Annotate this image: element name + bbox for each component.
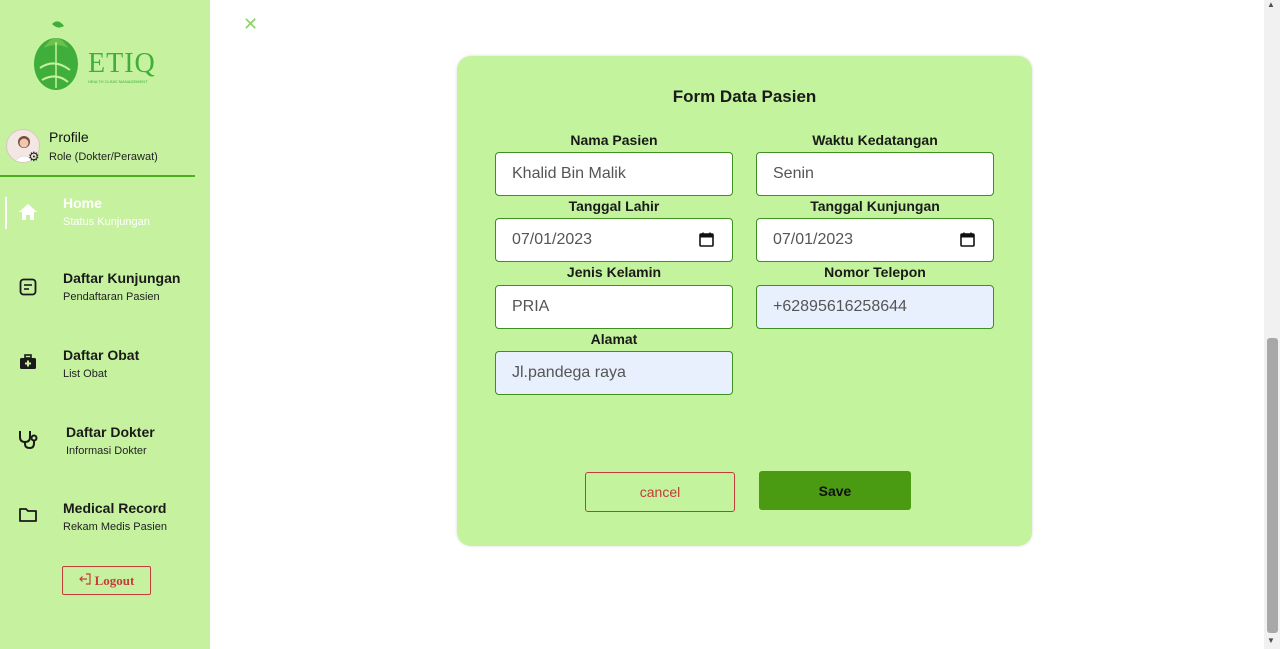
note-icon [16, 275, 40, 299]
leaf-head-icon [34, 21, 78, 90]
sidebar-item-sublabel: Status Kunjungan [63, 216, 150, 228]
tanggal-lahir-field[interactable]: 07/01/2023 [495, 218, 733, 262]
sidebar-item-daftar-kunjungan[interactable]: Daftar Kunjungan Pendaftaran Pasien [0, 270, 210, 326]
sidebar-item-daftar-obat[interactable]: Daftar Obat List Obat [0, 347, 210, 403]
tanggal-lahir-label: Tanggal Lahir [568, 198, 660, 214]
waktu-kedatangan-field[interactable]: Senin [756, 152, 994, 196]
nama-pasien-value: Khalid Bin Malik [512, 165, 626, 182]
sidebar-item-label: Home [63, 195, 102, 211]
nomor-telepon-value: +62895616258644 [773, 298, 907, 315]
folder-icon [16, 503, 40, 527]
tanggal-kunjungan-label: Tanggal Kunjungan [810, 198, 940, 214]
calendar-icon[interactable] [699, 232, 714, 247]
app-window: ETIQ HEALTH CLINIC MANAGEMENT ⚙ Profile … [0, 0, 1280, 649]
nama-pasien-field[interactable]: Khalid Bin Malik [495, 152, 733, 196]
alamat-label: Alamat [590, 331, 638, 347]
stethoscope-icon [16, 427, 40, 451]
sidebar-item-medical-record[interactable]: Medical Record Rekam Medis Pasien [0, 500, 210, 556]
alamat-value: Jl.pandega raya [512, 364, 626, 381]
tanggal-lahir-value: 07/01/2023 [512, 231, 593, 248]
sidebar: ETIQ HEALTH CLINIC MANAGEMENT ⚙ Profile … [0, 0, 210, 649]
sidebar-item-sublabel: Rekam Medis Pasien [63, 521, 167, 533]
waktu-kedatangan-label: Waktu Kedatangan [812, 132, 938, 148]
waktu-kedatangan-value: Senin [773, 165, 814, 182]
profile-role: Role (Dokter/Perawat) [49, 151, 158, 163]
sidebar-item-label: Daftar Kunjungan [63, 270, 181, 286]
logout-button[interactable]: Logout [62, 566, 151, 595]
nomor-telepon-field[interactable]: +62895616258644 [756, 285, 994, 329]
alamat-field[interactable]: Jl.pandega raya [495, 351, 733, 395]
sidebar-item-sublabel: List Obat [63, 368, 108, 380]
sidebar-item-label: Daftar Dokter [66, 424, 155, 440]
etiq-logo: ETIQ HEALTH CLINIC MANAGEMENT [30, 18, 170, 98]
close-icon[interactable]: ✕ [243, 14, 258, 35]
profile-section[interactable]: ⚙ Profile Role (Dokter/Perawat) [0, 125, 195, 177]
gear-icon[interactable]: ⚙ [28, 149, 40, 165]
nomor-telepon-label: Nomor Telepon [824, 264, 926, 280]
logo-tagline: HEALTH CLINIC MANAGEMENT [88, 79, 148, 84]
calendar-icon[interactable] [960, 232, 975, 247]
sidebar-item-sublabel: Informasi Dokter [66, 445, 147, 457]
sidebar-item-home[interactable]: Home Status Kunjungan [0, 195, 210, 251]
logout-label: Logout [94, 572, 135, 588]
jenis-kelamin-field[interactable]: PRIA [495, 285, 733, 329]
active-indicator [5, 197, 7, 229]
sidebar-item-label: Medical Record [63, 500, 167, 516]
form-title: Form Data Pasien [672, 87, 817, 106]
profile-name: Profile [49, 129, 89, 145]
scroll-down-icon[interactable]: ▼ [1267, 636, 1275, 645]
tanggal-kunjungan-value: 07/01/2023 [773, 231, 854, 248]
tanggal-kunjungan-field[interactable]: 07/01/2023 [756, 218, 994, 262]
save-button[interactable]: Save [759, 471, 911, 510]
home-icon [16, 200, 40, 224]
jenis-kelamin-label: Jenis Kelamin [566, 264, 662, 280]
cancel-button[interactable]: cancel [585, 472, 735, 512]
nama-pasien-label: Nama Pasien [570, 132, 658, 148]
scroll-thumb[interactable] [1267, 338, 1278, 633]
sidebar-item-sublabel: Pendaftaran Pasien [63, 291, 160, 303]
vertical-scrollbar[interactable]: ▲ ▼ [1264, 0, 1280, 649]
patient-form-card: Form Data Pasien Nama Pasien Khalid Bin … [457, 56, 1032, 546]
jenis-kelamin-value: PRIA [512, 298, 550, 315]
medkit-icon [16, 350, 40, 374]
logo-text: ETIQ [88, 48, 156, 79]
scroll-up-icon[interactable]: ▲ [1267, 0, 1275, 9]
logout-icon [78, 572, 91, 589]
sidebar-item-label: Daftar Obat [63, 347, 140, 363]
sidebar-item-daftar-dokter[interactable]: Daftar Dokter Informasi Dokter [0, 424, 210, 480]
